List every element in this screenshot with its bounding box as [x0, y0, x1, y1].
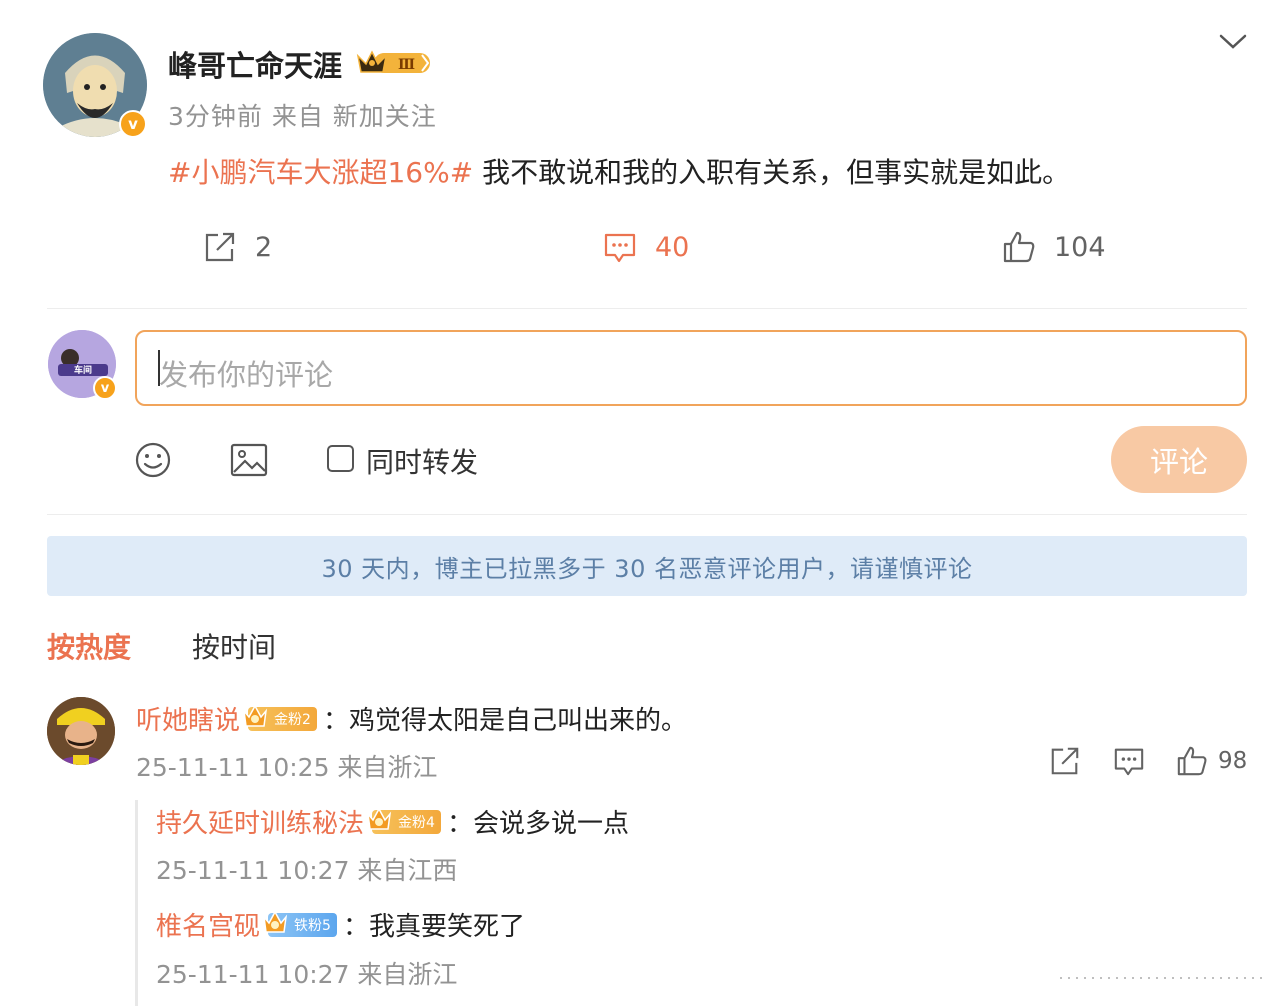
commenter-avatar[interactable] — [47, 697, 115, 765]
verified-badge-icon: v — [93, 376, 117, 400]
thumbs-up-icon — [1177, 746, 1207, 776]
notice-banner: 30 天内，博主已拉黑多于 30 名恶意评论用户，请谨慎评论 — [47, 536, 1247, 596]
post-text: 我不敢说和我的入职有关系，但事实就是如此。 — [473, 156, 1071, 189]
comment-icon — [604, 233, 636, 263]
comment-header: 听她瞎说 金粉2 ：鸡觉得太阳是自己叫出来的。 — [136, 700, 687, 737]
reply-header: 椎名宫砚 铁粉5 ：我真要笑死了 — [156, 906, 525, 943]
repost-button[interactable]: 2 — [203, 230, 272, 264]
comment-like-count: 98 — [1218, 748, 1248, 774]
fan-badge[interactable]: 铁粉5 — [262, 909, 337, 937]
repost-icon — [205, 232, 235, 262]
also-repost-checkbox[interactable] — [327, 445, 354, 472]
replier-name[interactable]: 椎名宫砚 — [156, 906, 260, 943]
reply-text: ：会说多说一点 — [446, 809, 629, 839]
crown-icon — [262, 909, 288, 933]
comment-repost-button[interactable] — [1049, 745, 1081, 777]
replier-name[interactable]: 持久延时训练秘法 — [156, 803, 364, 840]
fan-badge[interactable]: 金粉4 — [366, 806, 441, 834]
post-content: #小鹏汽车大涨超16%# 我不敢说和我的入职有关系，但事实就是如此。 — [168, 151, 1070, 191]
like-count: 104 — [1054, 231, 1106, 263]
reply-thread-bar — [135, 800, 138, 1006]
comment-meta: 25-11-11 10:25 来自浙江 — [136, 753, 438, 782]
post-meta: 3分钟前 来自 新加关注 — [168, 102, 437, 131]
svg-text:Ⅲ: Ⅲ — [398, 57, 415, 73]
author-name[interactable]: 峰哥亡命天涯 — [168, 43, 342, 85]
tab-sort-time[interactable]: 按时间 — [192, 626, 276, 666]
reply-header: 持久延时训练秘法 金粉4 ：会说多说一点 — [156, 803, 629, 840]
comment-input[interactable]: 发布你的评论 — [135, 330, 1247, 406]
comment-text: ：鸡觉得太阳是自己叫出来的。 — [322, 706, 687, 736]
crown-icon — [366, 806, 392, 830]
comment-reply-button[interactable] — [1113, 745, 1145, 777]
hashtag-link[interactable]: #小鹏汽车大涨超16%# — [168, 156, 473, 189]
fan-badge[interactable]: 金粉2 — [242, 703, 317, 731]
comment-like-button[interactable]: 98 — [1176, 745, 1247, 777]
crown-icon — [242, 703, 268, 727]
chevron-down-icon[interactable] — [1217, 27, 1249, 55]
svg-text:车间: 车间 — [74, 364, 92, 376]
like-button[interactable]: 104 — [1002, 230, 1106, 264]
divider — [47, 308, 1247, 309]
text-caret — [158, 350, 160, 386]
reply-meta: 25-11-11 10:27 来自江西 — [156, 856, 458, 885]
repost-count: 2 — [255, 231, 273, 263]
comment-count: 40 — [655, 231, 690, 263]
emoji-icon[interactable] — [134, 441, 172, 483]
verified-badge-icon: v — [119, 110, 147, 138]
vip-crown-badge[interactable]: Ⅲ — [356, 48, 432, 78]
tab-sort-hot[interactable]: 按热度 — [47, 626, 131, 666]
reply-text: ：我真要笑死了 — [342, 912, 525, 942]
reply-meta: 25-11-11 10:27 来自浙江 — [156, 960, 458, 989]
commenter-name[interactable]: 听她瞎说 — [136, 700, 240, 737]
thumbs-up-icon — [1003, 231, 1035, 263]
repost-icon — [1051, 747, 1079, 775]
comment-button[interactable]: 40 — [603, 230, 689, 264]
also-repost-label: 同时转发 — [366, 446, 479, 479]
comment-icon — [1114, 748, 1144, 776]
horizontal-scrollbar[interactable] — [1060, 965, 1270, 993]
submit-comment-button[interactable]: 评论 — [1111, 426, 1247, 493]
image-icon[interactable] — [229, 441, 269, 483]
divider — [47, 514, 1247, 515]
